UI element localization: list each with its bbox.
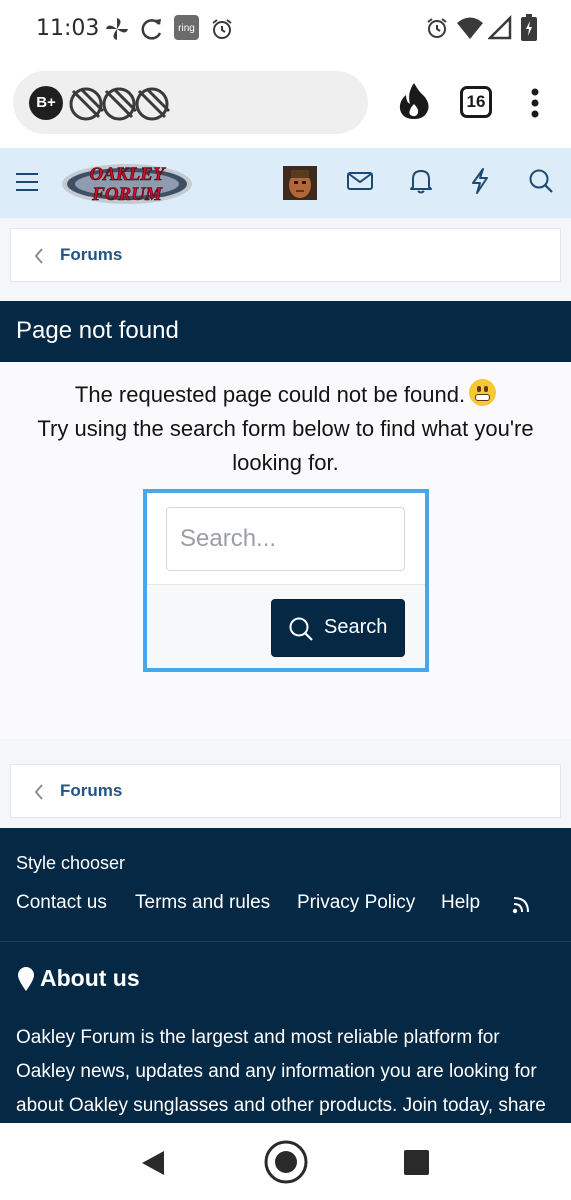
rss-icon[interactable]: [512, 894, 532, 919]
footer-link-privacy[interactable]: Privacy Policy: [297, 892, 415, 914]
error-message-line2: Try using the search form below to find …: [37, 416, 534, 475]
wifi-icon: [456, 15, 484, 46]
logo-line2: FORUM: [91, 184, 163, 205]
breadcrumb-forums-link[interactable]: Forums: [60, 245, 122, 265]
search-input[interactable]: [166, 507, 405, 571]
alarm-icon-right: [425, 16, 449, 45]
alarm-icon: [210, 17, 234, 46]
footer-divider: [0, 941, 571, 942]
back-icon[interactable]: [140, 1149, 166, 1182]
search-input-row: [147, 493, 425, 584]
grimacing-emoji-icon: [469, 379, 497, 406]
pinwheel-icon: [104, 16, 130, 47]
browser-toolbar: B+ 16: [0, 58, 571, 148]
footer-link-terms[interactable]: Terms and rules: [135, 892, 270, 914]
map-pin-icon: [17, 966, 35, 997]
search-form-footer: Search: [147, 584, 425, 668]
breadcrumb[interactable]: Forums: [10, 228, 561, 282]
envelope-icon[interactable]: [347, 171, 373, 196]
hidden-url-placeholder-icon: [67, 85, 171, 128]
logo-line1: OAKLEY: [90, 164, 167, 185]
system-nav-bar: [0, 1123, 571, 1200]
status-time: 11:03: [36, 16, 100, 41]
page-title-bar: Page not found: [0, 301, 571, 362]
browser-badge[interactable]: B+: [29, 86, 63, 120]
avatar[interactable]: [283, 166, 317, 200]
cell-signal-icon: [486, 14, 512, 46]
search-button[interactable]: Search: [271, 599, 405, 657]
tab-count-button[interactable]: 16: [460, 86, 492, 118]
hamburger-menu-icon[interactable]: [16, 172, 38, 197]
search-icon: [288, 616, 314, 648]
ring-app-icon: ring: [174, 15, 199, 45]
status-bar: 11:03 ring: [0, 0, 571, 58]
bell-icon[interactable]: [409, 168, 433, 199]
sync-icon: [139, 16, 165, 47]
site-footer: Style chooser Contact us Terms and rules…: [0, 828, 571, 1123]
menu-kebab-icon[interactable]: [530, 88, 540, 123]
page-title: Page not found: [16, 317, 179, 344]
fire-icon[interactable]: [397, 82, 431, 125]
search-icon[interactable]: [528, 168, 554, 199]
breadcrumb-bottom[interactable]: Forums: [10, 764, 561, 818]
ring-label: ring: [178, 23, 195, 34]
bolt-icon[interactable]: [470, 167, 490, 200]
battery-charging-icon: [520, 14, 538, 47]
forum-logo[interactable]: OAKLEY FORUM: [60, 157, 194, 209]
error-message-text: The requested page could not be found.: [74, 382, 466, 407]
footer-link-help[interactable]: Help: [441, 892, 480, 914]
style-chooser-link[interactable]: Style chooser: [16, 853, 125, 874]
chevron-left-icon: [33, 782, 45, 807]
search-button-label: Search: [324, 616, 388, 638]
address-bar[interactable]: B+: [13, 71, 368, 134]
about-us-text: Oakley Forum is the largest and most rel…: [16, 1027, 546, 1116]
chevron-left-icon: [33, 246, 45, 271]
search-form: Search: [143, 489, 429, 672]
recents-icon[interactable]: [404, 1150, 429, 1180]
error-message-line1: The requested page could not be found.: [8, 379, 563, 408]
breadcrumb-forums-link[interactable]: Forums: [60, 781, 122, 801]
about-us-title: About us: [40, 965, 140, 991]
footer-link-contact-us[interactable]: Contact us: [16, 892, 107, 914]
home-icon[interactable]: [263, 1139, 309, 1190]
